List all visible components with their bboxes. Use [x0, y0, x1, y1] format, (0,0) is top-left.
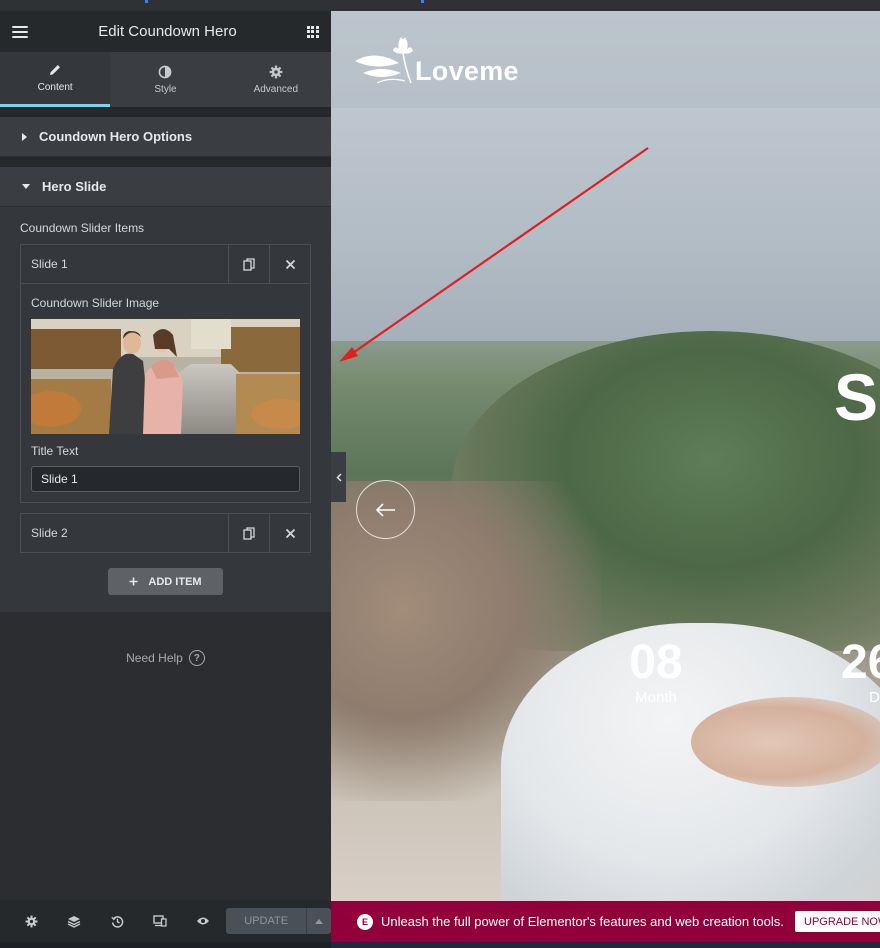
chevron-left-icon: [335, 472, 342, 482]
remove-button[interactable]: [269, 514, 310, 552]
gear-icon: [269, 65, 283, 78]
tab-advanced[interactable]: Advanced: [221, 52, 331, 107]
countdown-label: Month: [635, 689, 677, 706]
arrow-left-icon: [375, 502, 395, 517]
navigator-button[interactable]: [53, 900, 96, 942]
responsive-mode-button[interactable]: [139, 900, 182, 942]
banner-text: Unleash the full power of Elementor's fe…: [381, 914, 784, 929]
countdown-month: 08 Month: [616, 636, 696, 707]
slider-image-thumbnail[interactable]: [31, 319, 300, 434]
caret-down-icon: [22, 184, 30, 189]
contrast-icon: [159, 65, 172, 78]
history-button[interactable]: [96, 900, 139, 942]
countdown-label: D: [869, 689, 880, 706]
section-coundown-hero-options[interactable]: Coundown Hero Options: [0, 117, 331, 157]
close-icon: [285, 528, 295, 538]
repeater-item-title: Slide 2: [31, 526, 68, 540]
top-strip-marker: [421, 0, 424, 3]
collapse-panel-button[interactable]: [331, 452, 346, 502]
history-icon: [110, 915, 123, 928]
eye-icon: [196, 917, 209, 925]
tab-style[interactable]: Style: [110, 52, 220, 107]
update-button[interactable]: UPDATE: [226, 908, 307, 934]
widgets-grid-icon[interactable]: [306, 25, 319, 38]
add-item-label: ADD ITEM: [148, 575, 202, 588]
bottom-strip-preview-part: [331, 942, 880, 948]
title-text-input[interactable]: Slide 1: [31, 466, 300, 492]
repeater-item-header[interactable]: Slide 1: [21, 245, 310, 283]
hero-title: S: [834, 360, 879, 434]
caret-right-icon: [22, 132, 27, 141]
repeater-item-title: Slide 1: [31, 257, 68, 271]
elementor-logo-icon: E: [357, 913, 373, 930]
slider-prev-button[interactable]: [356, 480, 415, 539]
need-help-link[interactable]: Need Help ?: [0, 650, 331, 666]
gear-icon: [25, 915, 38, 927]
tab-content-label: Content: [37, 82, 73, 93]
duplicate-button[interactable]: [228, 245, 269, 283]
repeater-item-header[interactable]: Slide 2: [21, 514, 310, 552]
arm-backdrop: [691, 697, 880, 787]
update-options-button[interactable]: [306, 908, 331, 934]
remove-button[interactable]: [269, 245, 310, 283]
tab-content[interactable]: Content: [0, 52, 111, 107]
repeater-item: Slide 1 Coundown Slider Image Title Text…: [20, 244, 311, 503]
tab-style-label: Style: [154, 83, 177, 95]
devices-icon: [153, 915, 167, 927]
flower-logo-icon: [355, 37, 413, 84]
duplicate-button[interactable]: [228, 514, 269, 552]
add-item-button[interactable]: ADD ITEM: [108, 568, 223, 595]
promo-banner: E Unleash the full power of Elementor's …: [331, 901, 880, 942]
section-gap: [0, 157, 331, 167]
duplicate-icon: [243, 526, 255, 540]
section-label: Hero Slide: [42, 179, 107, 194]
upgrade-now-button[interactable]: UPGRADE NOW: [795, 911, 880, 932]
bottom-strip: [0, 942, 880, 948]
hero-slide-body: Coundown Slider Items Slide 1 Coundown S…: [0, 207, 331, 609]
repeater-item: Slide 2: [20, 513, 311, 553]
couple-photo-image: [31, 319, 300, 434]
question-icon: ?: [188, 650, 205, 666]
repeater-item-body: Coundown Slider Image Title Text Slide 1: [21, 283, 310, 502]
panel-tabs: Content Style Advanced: [0, 52, 331, 107]
top-strip: [0, 0, 880, 11]
close-icon: [285, 259, 295, 269]
logo-text: Loveme: [415, 56, 519, 86]
panel-title: Edit Coundown Hero: [98, 23, 237, 40]
section-gap: [0, 107, 331, 117]
section-label: Coundown Hero Options: [39, 129, 193, 144]
image-field-label: Coundown Slider Image: [31, 296, 160, 310]
panel-footer: UPDATE: [0, 900, 331, 942]
site-logo[interactable]: Loveme: [353, 33, 519, 87]
caret-up-icon: [315, 918, 323, 924]
need-help-label: Need Help: [126, 651, 183, 665]
repeater-label: Coundown Slider Items: [20, 221, 145, 235]
plus-icon: [129, 577, 138, 586]
countdown-value: 08: [629, 636, 683, 689]
preview-button[interactable]: [181, 900, 224, 942]
settings-button[interactable]: [10, 900, 53, 942]
countdown-value: 26: [841, 636, 880, 689]
section-hero-slide[interactable]: Hero Slide: [0, 167, 331, 207]
countdown-days: 26 D: [841, 636, 880, 707]
pencil-icon: [50, 65, 61, 75]
tab-advanced-label: Advanced: [253, 83, 299, 95]
layers-icon: [67, 915, 81, 928]
preview-canvas[interactable]: Loveme S 08 Month 26 D: [331, 11, 880, 901]
panel-header: Edit Coundown Hero: [0, 11, 331, 52]
hamburger-menu-icon[interactable]: [12, 25, 28, 38]
top-strip-marker: [145, 0, 148, 3]
duplicate-icon: [243, 257, 255, 271]
title-text-label: Title Text: [31, 444, 79, 458]
